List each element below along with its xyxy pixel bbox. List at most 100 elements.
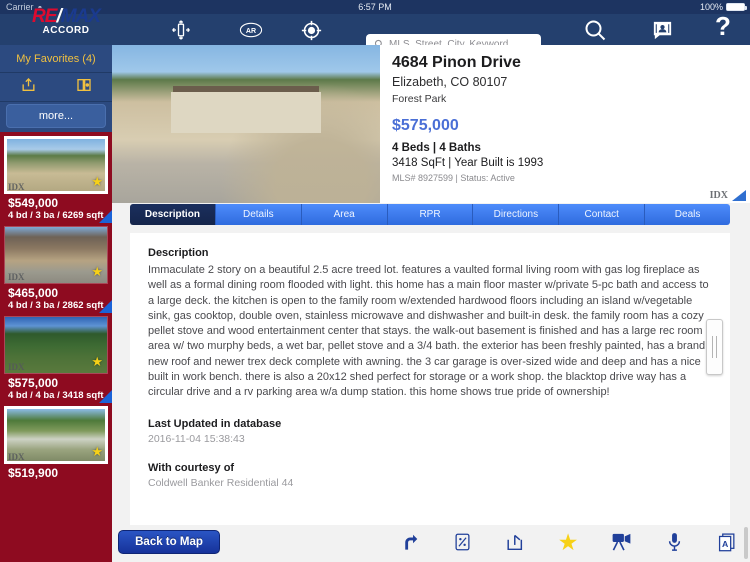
tab-description[interactable]: Description — [130, 204, 216, 225]
tab-rpr[interactable]: RPR — [387, 204, 474, 225]
idx-watermark: IDX — [8, 272, 25, 282]
book-icon[interactable] — [76, 77, 92, 98]
scrollbar[interactable] — [744, 527, 748, 559]
favorite-star-icon[interactable]: ★ — [91, 264, 103, 280]
export-icon[interactable] — [504, 529, 526, 555]
favorites-toolbar — [0, 73, 112, 102]
contacts-icon[interactable] — [645, 18, 679, 42]
scrollbar-handle[interactable] — [706, 319, 723, 375]
property-subdivision: Forest Park — [392, 93, 447, 105]
magnifier-icon[interactable] — [578, 18, 612, 42]
document-a-icon[interactable]: A — [716, 529, 738, 555]
corner-indicator — [99, 300, 112, 313]
tab-label: Contact — [584, 209, 619, 220]
corner-indicator — [99, 390, 112, 403]
top-nav-bar: RE/MAX ACCORD AR MLS, Street, City, Keyw… — [0, 7, 750, 54]
listing-price: $575,000 — [8, 376, 59, 390]
favorites-header[interactable]: My Favorites (4) — [0, 45, 112, 73]
favorite-star-icon[interactable]: ★ — [91, 444, 103, 460]
list-item[interactable]: IDX ★ $519,900 — [0, 403, 112, 480]
logo-max-text: MAX — [60, 6, 101, 27]
description-panel: Description Immaculate 2 story on a beau… — [130, 233, 730, 528]
idx-watermark: IDX — [8, 182, 25, 192]
favorites-header-label: My Favorites (4) — [16, 52, 96, 65]
idx-watermark: IDX — [709, 190, 728, 201]
listing-details: 4 bd / 3 ba / 2862 sqft — [8, 300, 104, 311]
svg-text:AR: AR — [246, 28, 256, 35]
listing-details: 4 bd / 3 ba / 6269 sqft — [8, 210, 104, 221]
app-root: Carrier ◓ 6:57 PM 100% RE/MAX ACCORD AR … — [0, 0, 750, 562]
tab-area[interactable]: Area — [301, 204, 388, 225]
corner-indicator — [732, 190, 746, 201]
tab-directions[interactable]: Directions — [473, 204, 560, 225]
tab-deals[interactable]: Deals — [645, 204, 730, 225]
favorites-sidebar: My Favorites (4) more... IDX ★ $549,000 … — [0, 45, 112, 562]
listing-thumbnail: IDX ★ — [4, 226, 108, 284]
property-beds-baths: 4 Beds | 4 Baths — [392, 142, 481, 154]
tab-contact[interactable]: Contact — [559, 204, 646, 225]
back-to-map-label: Back to Map — [135, 536, 203, 548]
tab-label: Description — [144, 209, 200, 220]
tab-label: Directions — [493, 209, 539, 220]
courtesy-block: With courtesy of Coldwell Banker Residen… — [148, 462, 714, 489]
ar-icon[interactable]: AR — [236, 18, 266, 42]
listing-thumbnail: IDX ★ — [4, 406, 108, 464]
pan-move-icon[interactable] — [166, 18, 196, 42]
property-mls-status: MLS# 8927599 | Status: Active — [392, 173, 515, 183]
tab-label: Details — [243, 209, 274, 220]
listing-thumbnail: IDX ★ — [4, 316, 108, 374]
video-camera-icon[interactable] — [610, 529, 632, 555]
list-item[interactable]: IDX ★ $575,000 4 bd / 4 ba / 3418 sqft — [0, 313, 112, 403]
locate-target-icon[interactable] — [296, 18, 326, 42]
help-button[interactable]: ? — [706, 11, 740, 41]
more-button-label: more... — [38, 110, 74, 122]
share-icon[interactable] — [20, 77, 37, 98]
tab-label: RPR — [419, 209, 441, 220]
action-icons: ★ A — [398, 529, 738, 555]
back-to-map-button[interactable]: Back to Map — [118, 530, 220, 554]
main-content: 4684 Pinon Drive Elizabeth, CO 80107 For… — [112, 45, 750, 562]
favorite-star-icon[interactable]: ★ — [91, 174, 103, 190]
courtesy-label: With courtesy of — [148, 461, 235, 474]
more-button[interactable]: more... — [6, 104, 106, 128]
detail-tabs: Description Details Area RPR Directions … — [130, 204, 730, 225]
more-button-wrapper: more... — [0, 102, 112, 132]
property-size-year: 3418 SqFt | Year Built is 1993 — [392, 157, 544, 169]
tab-details[interactable]: Details — [215, 204, 302, 225]
bottom-toolbar: Back to Map ★ A — [112, 525, 750, 562]
remax-accord-logo: RE/MAX ACCORD — [18, 6, 114, 37]
property-hero: 4684 Pinon Drive Elizabeth, CO 80107 For… — [112, 45, 750, 203]
favorites-list: IDX ★ $549,000 4 bd / 3 ba / 6269 sqft I… — [0, 132, 112, 480]
listing-price: $519,900 — [8, 466, 59, 480]
tab-label: Area — [333, 209, 355, 220]
last-updated-label: Last Updated in database — [148, 417, 282, 430]
listing-price: $549,000 — [8, 196, 59, 210]
property-city-state-zip: Elizabeth, CO 80107 — [392, 75, 508, 89]
logo-re-text: RE — [32, 6, 57, 27]
list-item[interactable]: IDX ★ $465,000 4 bd / 3 ba / 2862 sqft — [0, 223, 112, 313]
last-updated-value: 2016-11-04 15:38:43 — [148, 432, 245, 445]
help-button-label: ? — [715, 10, 731, 41]
list-item[interactable]: IDX ★ $549,000 4 bd / 3 ba / 6269 sqft — [0, 132, 112, 223]
courtesy-value: Coldwell Banker Residential 44 — [148, 476, 294, 489]
idx-watermark: IDX — [8, 452, 25, 462]
property-price: $575,000 — [392, 117, 459, 134]
property-photo[interactable] — [112, 45, 380, 203]
idx-watermark: IDX — [8, 362, 25, 372]
description-heading: Description — [148, 247, 209, 259]
microphone-icon[interactable] — [663, 529, 685, 555]
tab-label: Deals — [674, 209, 701, 220]
listing-price: $465,000 — [8, 286, 59, 300]
svg-text:A: A — [721, 539, 728, 549]
favorite-star-icon[interactable]: ★ — [557, 529, 579, 555]
share-arrow-icon[interactable] — [398, 529, 420, 555]
corner-indicator — [99, 210, 112, 223]
page-title: 4684 Pinon Drive — [392, 54, 521, 71]
favorite-star-icon[interactable]: ★ — [91, 354, 103, 370]
listing-details: 4 bd / 4 ba / 3418 sqft — [8, 390, 104, 401]
last-updated-block: Last Updated in database 2016-11-04 15:3… — [148, 418, 714, 445]
listing-thumbnail: IDX ★ — [4, 136, 108, 194]
calculator-percent-icon[interactable] — [451, 529, 473, 555]
property-summary: 4684 Pinon Drive Elizabeth, CO 80107 For… — [380, 45, 750, 203]
description-body: Immaculate 2 story on a beautiful 2.5 ac… — [148, 264, 709, 399]
